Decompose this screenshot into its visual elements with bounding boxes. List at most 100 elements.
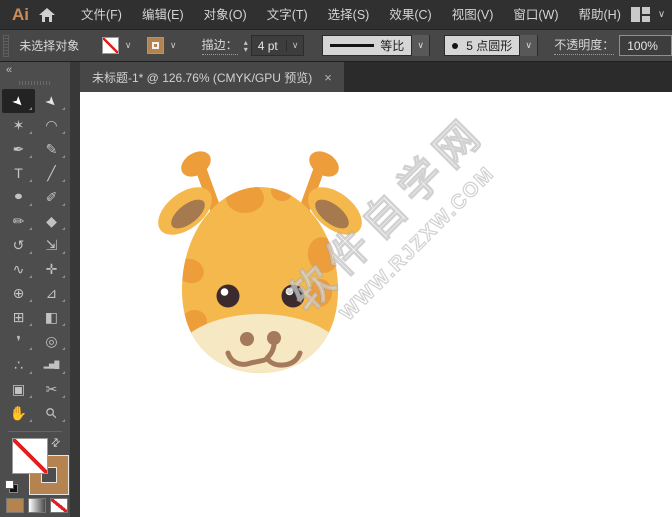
- menu-item-3[interactable]: 文字(T): [257, 0, 318, 30]
- paint-color-button[interactable]: [6, 498, 24, 513]
- width-tool-icon: ∿: [13, 262, 25, 276]
- ellipse-tool-icon: ●: [14, 191, 24, 204]
- collapse-panel-button[interactable]: «: [6, 64, 11, 76]
- hand-tool-icon: ✋: [10, 406, 27, 420]
- ellipse-tool[interactable]: ●: [2, 185, 35, 209]
- chevron-down-icon[interactable]: ∨: [286, 40, 303, 51]
- stroke-weight-label[interactable]: 描边：: [202, 36, 238, 55]
- fill-swatch-none[interactable]: [12, 438, 48, 474]
- puppet-warp-tool-icon: ✛: [46, 262, 58, 276]
- menu-item-2[interactable]: 对象(O): [194, 0, 257, 30]
- stroke-profile-dropdown[interactable]: 等比 ∨: [322, 35, 430, 56]
- brush-dot-icon: [452, 43, 458, 49]
- chevron-down-icon[interactable]: ∨: [119, 40, 135, 51]
- pen-tool[interactable]: ✒: [2, 137, 35, 161]
- menu-item-4[interactable]: 选择(S): [318, 0, 380, 30]
- curvature-tool-icon: ✎: [46, 142, 58, 156]
- direct-selection-tool[interactable]: ➤: [35, 89, 68, 113]
- eraser-tool-icon: ◆: [46, 214, 57, 228]
- menu-item-8[interactable]: 帮助(H): [569, 0, 631, 30]
- chevron-down-icon[interactable]: ∨: [411, 35, 429, 56]
- eraser-tool[interactable]: ◆: [35, 209, 68, 233]
- stroke-color-control[interactable]: ∨: [147, 37, 180, 54]
- tools-grid: ➤➤✶ ◠ ✒ ✎ T ╱ ● ✐ ✏ ◆ ↺⇲ ∿ ✛ ⊕⊿ ⊞ ◧ ❜ ◎ ∴ ▂▅█ ▣ ✂ ✋ ⚲: [0, 89, 70, 425]
- hand-tool[interactable]: ✋: [2, 401, 35, 425]
- zoom-tool[interactable]: ⚲: [35, 401, 68, 425]
- blend-tool-icon: ◎: [45, 334, 57, 348]
- color-swatch-area: ⇄: [0, 432, 70, 517]
- document-area: 未标题-1* @ 126.76% (CMYK/GPU 预览) ×: [80, 62, 672, 517]
- column-graph-tool-icon: ▂▅█: [44, 362, 60, 369]
- line-segment-tool[interactable]: ╱: [35, 161, 68, 185]
- lasso-tool[interactable]: ◠: [35, 113, 68, 137]
- symbol-sprayer-tool[interactable]: ∴: [2, 353, 35, 377]
- eyedropper-tool[interactable]: ❜: [2, 329, 35, 353]
- menu-item-1[interactable]: 编辑(E): [132, 0, 194, 30]
- width-tool[interactable]: ∿: [2, 257, 35, 281]
- menu-item-7[interactable]: 窗口(W): [503, 0, 568, 30]
- opacity-input[interactable]: 100%: [619, 35, 672, 56]
- step-down-icon[interactable]: ▾: [244, 46, 248, 53]
- home-button[interactable]: [39, 0, 55, 30]
- selection-tool[interactable]: ➤: [2, 89, 35, 113]
- fill-none-swatch[interactable]: [102, 37, 119, 54]
- paint-none-button[interactable]: [50, 498, 68, 513]
- blob-brush-tool-icon: ✏: [13, 214, 25, 228]
- slice-tool[interactable]: ✂: [35, 377, 68, 401]
- workspace-switcher-icon[interactable]: [631, 7, 650, 22]
- curvature-tool[interactable]: ✎: [35, 137, 68, 161]
- mesh-tool[interactable]: ⊞: [2, 305, 35, 329]
- mesh-tool-icon: ⊞: [13, 310, 25, 324]
- control-bar: 未选择对象 ∨ ∨ 描边： ▴ ▾ 4 pt ∨ 等比 ∨: [0, 30, 672, 62]
- type-tool[interactable]: T: [2, 161, 35, 185]
- brush-dropdown[interactable]: 5 点圆形 ∨: [444, 35, 538, 56]
- artboard-tool[interactable]: ▣: [2, 377, 35, 401]
- app-logo: Ai: [12, 5, 29, 25]
- chevron-down-icon[interactable]: ∨: [519, 35, 537, 56]
- tools-panel: « ➤➤✶ ◠ ✒ ✎ T ╱ ● ✐ ✏ ◆ ↺⇲ ∿ ✛ ⊕⊿ ⊞ ◧ ❜ ◎ ∴ ▂▅█ ▣ ✂ ✋ ⚲ ⇄: [0, 62, 70, 517]
- chevron-down-icon[interactable]: ∨: [164, 40, 180, 51]
- blob-brush-tool[interactable]: ✏: [2, 209, 35, 233]
- document-tab-title: 未标题-1* @ 126.76% (CMYK/GPU 预览): [92, 69, 312, 86]
- menu-item-0[interactable]: 文件(F): [71, 0, 132, 30]
- slice-tool-icon: ✂: [46, 382, 58, 396]
- fill-color-control[interactable]: ∨: [102, 37, 135, 54]
- chevron-down-icon[interactable]: ∨: [658, 10, 665, 20]
- menu-item-5[interactable]: 效果(C): [379, 0, 441, 30]
- artboard-canvas[interactable]: 软件自学网 WWW.RJZXW.COM: [80, 92, 672, 517]
- gradient-tool-icon: ◧: [45, 310, 58, 324]
- scale-tool[interactable]: ⇲: [35, 233, 68, 257]
- stroke-weight-stepper[interactable]: ▴ ▾: [244, 39, 248, 53]
- gradient-tool[interactable]: ◧: [35, 305, 68, 329]
- stroke-preview-line: [330, 44, 374, 47]
- tools-panel-grip[interactable]: [19, 81, 51, 85]
- pen-tool-icon: ✒: [13, 142, 25, 156]
- close-tab-icon[interactable]: ×: [324, 70, 332, 85]
- giraffe-illustration: [80, 92, 672, 517]
- lasso-tool-icon: ◠: [45, 118, 57, 132]
- type-tool-icon: T: [14, 166, 23, 180]
- paint-gradient-button[interactable]: [28, 498, 46, 513]
- eyedropper-tool-icon: ❜: [16, 334, 21, 348]
- magic-wand-tool[interactable]: ✶: [2, 113, 35, 137]
- column-graph-tool[interactable]: ▂▅█: [35, 353, 68, 377]
- swap-colors-icon[interactable]: ⇄: [48, 435, 64, 451]
- menu-item-6[interactable]: 视图(V): [442, 0, 504, 30]
- paintbrush-tool[interactable]: ✐: [35, 185, 68, 209]
- blend-tool[interactable]: ◎: [35, 329, 68, 353]
- symbol-sprayer-tool-icon: ∴: [14, 358, 23, 372]
- document-tab-bar: 未标题-1* @ 126.76% (CMYK/GPU 预览) ×: [80, 62, 672, 92]
- rotate-tool[interactable]: ↺: [2, 233, 35, 257]
- shape-builder-tool[interactable]: ⊕: [2, 281, 35, 305]
- opacity-label[interactable]: 不透明度：: [554, 36, 614, 55]
- stroke-color-swatch[interactable]: [147, 37, 164, 54]
- document-tab[interactable]: 未标题-1* @ 126.76% (CMYK/GPU 预览) ×: [80, 62, 344, 92]
- perspective-grid-tool[interactable]: ⊿: [35, 281, 68, 305]
- selection-status: 未选择对象: [19, 37, 89, 54]
- stroke-weight-field[interactable]: 4 pt ∨: [251, 35, 304, 56]
- home-icon: [39, 8, 55, 22]
- stroke-profile-value: 等比: [380, 37, 404, 54]
- default-colors-icon[interactable]: [5, 480, 19, 494]
- panel-grip[interactable]: [3, 35, 9, 57]
- puppet-warp-tool[interactable]: ✛: [35, 257, 68, 281]
